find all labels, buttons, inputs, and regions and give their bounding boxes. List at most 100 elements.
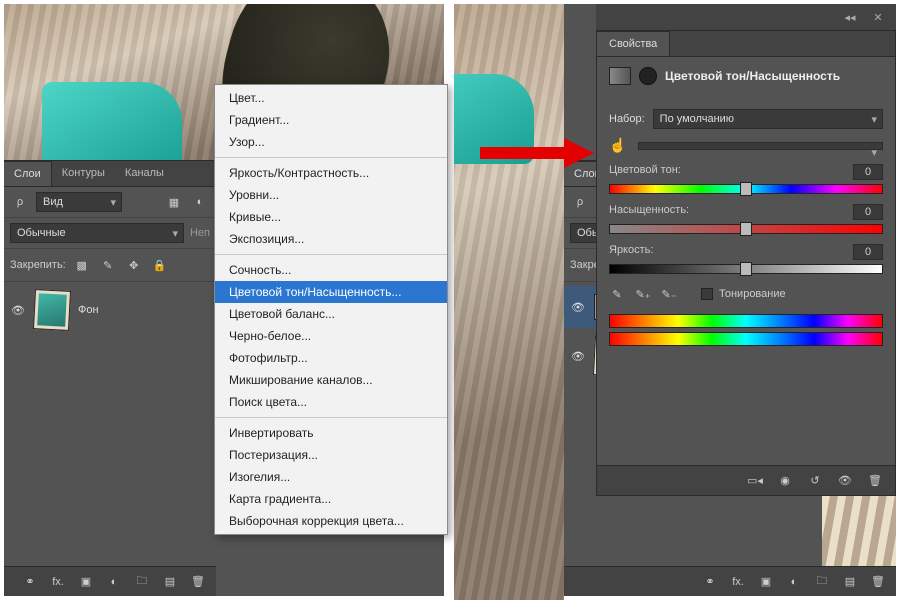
menu-photo-filter[interactable]: Фотофильтр... bbox=[215, 347, 447, 369]
layer-thumbnail[interactable] bbox=[33, 289, 71, 331]
layer-filter-dropdown[interactable]: Вид bbox=[36, 192, 122, 212]
menu-vibrance[interactable]: Сочность... bbox=[215, 259, 447, 281]
blend-mode-dropdown[interactable]: Обычные bbox=[10, 223, 184, 243]
layer-mask-icon[interactable]: ▣ bbox=[76, 572, 96, 592]
checkbox-icon[interactable] bbox=[701, 288, 713, 300]
panel-window-chrome: ◂◂ ✕ bbox=[596, 4, 896, 30]
light-value[interactable]: 0 bbox=[853, 244, 883, 260]
tab-channels[interactable]: Каналы bbox=[115, 161, 174, 186]
sat-label: Насыщенность: bbox=[609, 204, 689, 220]
opacity-abbrev: Неп bbox=[190, 227, 210, 239]
menu-hue-saturation[interactable]: Цветовой тон/Насыщенность... bbox=[215, 281, 447, 303]
collapse-icon[interactable]: ◂◂ bbox=[840, 7, 860, 27]
menu-threshold[interactable]: Изогелия... bbox=[215, 466, 447, 488]
sat-thumb[interactable] bbox=[740, 222, 752, 236]
eyedropper-icon[interactable]: ✎ bbox=[609, 286, 625, 302]
hue-value[interactable]: 0 bbox=[853, 164, 883, 180]
adjustment-layer-icon[interactable]: ◐ bbox=[104, 572, 124, 592]
layers-panel: Слои Контуры Каналы ρ Вид ▦ ◐ Обычные Не… bbox=[4, 160, 216, 596]
right-screenshot: Слои Контур ρ Вид Обычные Закрепить: ▩ 👁… bbox=[454, 4, 896, 596]
toggle-visibility-icon[interactable]: 👁 bbox=[835, 471, 855, 491]
hue-label: Цветовой тон: bbox=[609, 164, 681, 180]
hue-sat-icon[interactable] bbox=[609, 67, 631, 85]
link-layers-icon[interactable]: ⚭ bbox=[20, 572, 40, 592]
tab-layers[interactable]: Слои bbox=[4, 161, 52, 186]
fx-icon[interactable]: fx. bbox=[48, 572, 68, 592]
light-label: Яркость: bbox=[609, 244, 653, 260]
link-layers-icon[interactable]: ⚭ bbox=[700, 572, 720, 592]
fx-icon[interactable]: fx. bbox=[728, 572, 748, 592]
colorize-checkbox[interactable]: Тонирование bbox=[701, 288, 786, 300]
mask-mode-icon[interactable] bbox=[639, 67, 657, 85]
layers-bottom-bar-r: ⚭ fx. ▣ ◐ 🗀 ▤ 🗑 bbox=[564, 566, 896, 596]
light-thumb[interactable] bbox=[740, 262, 752, 276]
new-layer-icon[interactable]: ▤ bbox=[160, 572, 180, 592]
layer-name[interactable]: Фон bbox=[78, 304, 99, 316]
light-track[interactable] bbox=[609, 264, 883, 274]
menu-black-white[interactable]: Черно-белое... bbox=[215, 325, 447, 347]
eyedropper-subtract-icon[interactable]: ✎₋ bbox=[661, 286, 677, 302]
adjustment-layer-icon[interactable]: ◐ bbox=[784, 572, 804, 592]
hue-thumb[interactable] bbox=[740, 182, 752, 196]
preset-dropdown[interactable]: По умолчанию bbox=[653, 109, 883, 129]
menu-color-lookup[interactable]: Поиск цвета... bbox=[215, 391, 447, 413]
visibility-toggle-icon[interactable]: 👁 bbox=[10, 304, 26, 317]
reset-icon[interactable]: ↺ bbox=[805, 471, 825, 491]
new-layer-icon[interactable]: ▤ bbox=[840, 572, 860, 592]
close-icon[interactable]: ✕ bbox=[868, 7, 888, 27]
menu-invert[interactable]: Инвертировать bbox=[215, 422, 447, 444]
layer-row[interactable]: 👁 Фон bbox=[4, 282, 216, 338]
layers-panel-tabs: Слои Контуры Каналы bbox=[4, 161, 216, 187]
eyedropper-add-icon[interactable]: ✎₊ bbox=[635, 286, 651, 302]
delete-layer-icon[interactable]: 🗑 bbox=[868, 572, 888, 592]
lock-label: Закрепить: bbox=[10, 259, 66, 271]
visibility-toggle-icon[interactable]: 👁 bbox=[570, 301, 586, 314]
color-range-dropdown[interactable] bbox=[638, 142, 883, 150]
menu-channel-mixer[interactable]: Микширование каналов... bbox=[215, 369, 447, 391]
layer-mask-icon[interactable]: ▣ bbox=[756, 572, 776, 592]
layers-bottom-bar: ⚭ fx. ▣ ◐ 🗀 ▤ 🗑 bbox=[4, 566, 216, 596]
tab-properties[interactable]: Свойства bbox=[597, 31, 670, 56]
input-hue-bar[interactable] bbox=[609, 314, 883, 328]
menu-exposure[interactable]: Экспозиция... bbox=[215, 228, 447, 250]
menu-levels[interactable]: Уровни... bbox=[215, 184, 447, 206]
properties-footer: ▭◂ ◉ ↺ 👁 🗑 bbox=[597, 465, 895, 495]
filter-pixel-icon[interactable]: ▦ bbox=[164, 192, 184, 212]
properties-title: Цветовой тон/Насыщенность bbox=[665, 69, 840, 83]
canvas-photo-right bbox=[454, 4, 564, 600]
sat-track[interactable] bbox=[609, 224, 883, 234]
menu-gradient-map[interactable]: Карта градиента... bbox=[215, 488, 447, 510]
output-hue-bar[interactable] bbox=[609, 332, 883, 346]
clip-to-layer-icon[interactable]: ▭◂ bbox=[745, 471, 765, 491]
delete-adjustment-icon[interactable]: 🗑 bbox=[865, 471, 885, 491]
menu-brightness-contrast[interactable]: Яркость/Контрастность... bbox=[215, 162, 447, 184]
filter-search-icon[interactable]: ρ bbox=[10, 192, 30, 212]
menu-selective-color[interactable]: Выборочная коррекция цвета... bbox=[215, 510, 447, 532]
menu-color[interactable]: Цвет... bbox=[215, 87, 447, 109]
group-icon[interactable]: 🗀 bbox=[812, 572, 832, 592]
lock-pixels-icon[interactable]: ✎ bbox=[98, 255, 118, 275]
lightness-slider: Яркость: 0 bbox=[609, 244, 883, 274]
targeted-adjust-icon[interactable]: ☝ bbox=[609, 137, 630, 154]
menu-color-balance[interactable]: Цветовой баланс... bbox=[215, 303, 447, 325]
lock-transparency-icon[interactable]: ▩ bbox=[72, 255, 92, 275]
menu-posterize[interactable]: Постеризация... bbox=[215, 444, 447, 466]
lock-position-icon[interactable]: ✥ bbox=[124, 255, 144, 275]
visibility-toggle-icon[interactable]: 👁 bbox=[570, 350, 586, 363]
lock-all-icon[interactable]: 🔒 bbox=[150, 255, 170, 275]
view-previous-icon[interactable]: ◉ bbox=[775, 471, 795, 491]
hue-track[interactable] bbox=[609, 184, 883, 194]
preset-label: Набор: bbox=[609, 113, 645, 125]
filter-search-icon-r[interactable]: ρ bbox=[570, 192, 590, 212]
menu-gradient[interactable]: Градиент... bbox=[215, 109, 447, 131]
properties-panel: Свойства Цветовой тон/Насыщенность Набор… bbox=[596, 30, 896, 496]
delete-layer-icon[interactable]: 🗑 bbox=[188, 572, 208, 592]
colorize-label: Тонирование bbox=[719, 288, 786, 300]
tab-paths[interactable]: Контуры bbox=[52, 161, 115, 186]
menu-pattern[interactable]: Узор... bbox=[215, 131, 447, 153]
menu-curves[interactable]: Кривые... bbox=[215, 206, 447, 228]
sat-value[interactable]: 0 bbox=[853, 204, 883, 220]
filter-adjust-icon[interactable]: ◐ bbox=[190, 192, 210, 212]
group-icon[interactable]: 🗀 bbox=[132, 572, 152, 592]
hue-slider: Цветовой тон: 0 bbox=[609, 164, 883, 194]
